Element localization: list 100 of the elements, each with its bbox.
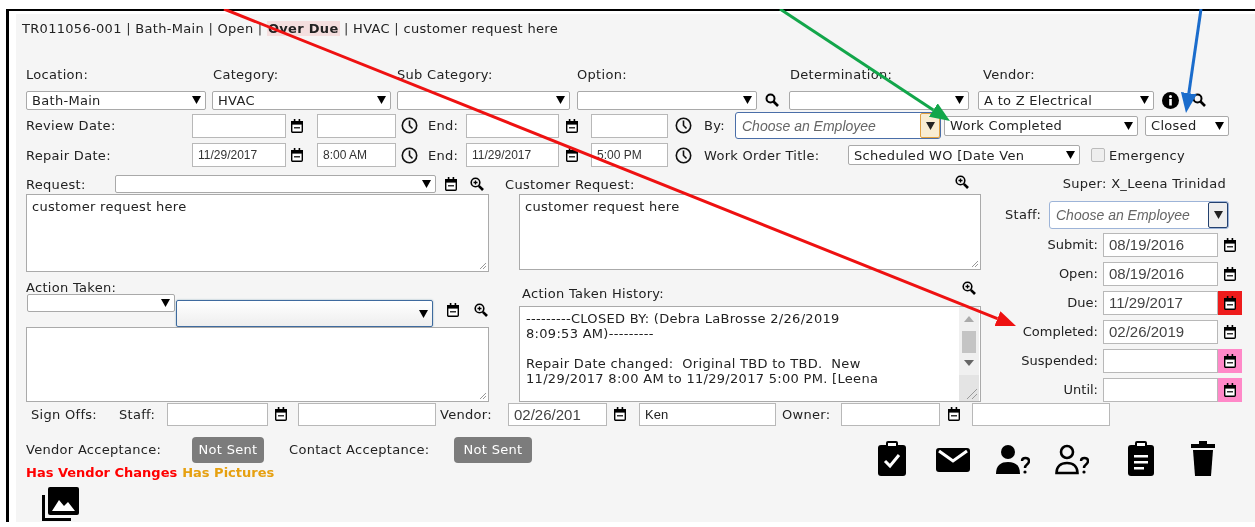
field-label: Action Taken: <box>26 279 118 295</box>
field-label: Action Taken History: <box>522 286 666 301</box>
caret-icon <box>419 309 428 318</box>
info-icon[interactable] <box>1162 91 1179 109</box>
title-dropdown[interactable]: Scheduled WO [Date Ven <box>848 145 1080 165</box>
date-field[interactable] <box>1103 377 1218 402</box>
zoom-in-icon[interactable] <box>474 303 488 317</box>
input-field[interactable] <box>167 402 268 426</box>
dropdown[interactable]: Bath-Main <box>26 90 206 110</box>
flag-label: Has Pictures <box>182 464 275 480</box>
input-field[interactable] <box>192 113 286 138</box>
field-label: Submit: <box>1046 237 1098 252</box>
calendar-icon[interactable] <box>566 148 578 162</box>
input-field[interactable] <box>972 402 1110 426</box>
input-field[interactable] <box>591 113 668 138</box>
customer-request-field[interactable]: customer request here <box>519 194 981 270</box>
field-label: Emergency <box>1109 147 1187 163</box>
caret-icon <box>161 299 170 307</box>
dropdown-button[interactable] <box>1208 201 1228 228</box>
clock-icon[interactable] <box>675 146 692 164</box>
calendar-icon[interactable] <box>291 118 303 133</box>
calendar-icon[interactable] <box>1224 266 1236 281</box>
status-badge: Not Sent <box>454 436 532 463</box>
date-field[interactable]: 02/26/201 <box>508 402 607 426</box>
time-field[interactable]: 8:00 AM <box>317 143 396 167</box>
caret-icon <box>377 96 386 104</box>
request-field[interactable]: customer request here <box>26 194 489 272</box>
date-field[interactable]: 02/26/2019 <box>1103 319 1218 344</box>
input-field[interactable] <box>298 402 436 426</box>
calendar-icon[interactable] <box>1224 237 1236 252</box>
calendar-icon[interactable] <box>566 118 578 133</box>
resize-grip-icon <box>478 261 487 270</box>
input-field[interactable] <box>317 113 396 138</box>
action-dropdown[interactable] <box>176 300 433 327</box>
calendar-button[interactable] <box>1218 377 1242 402</box>
calendar-icon[interactable] <box>1224 295 1236 310</box>
calendar-button[interactable] <box>1218 290 1242 315</box>
calendar-icon[interactable] <box>291 148 303 162</box>
employee-combobox[interactable]: Choose an Employee <box>1049 200 1229 229</box>
pictures-icon[interactable] <box>42 487 79 521</box>
field-label: Vendor: <box>440 406 493 422</box>
trash-icon[interactable] <box>1191 441 1215 476</box>
caret-icon <box>556 96 565 104</box>
field-label: Repair Date: <box>26 147 112 163</box>
calendar-icon[interactable] <box>275 407 287 421</box>
field-label: Vendor Acceptance: <box>26 442 163 457</box>
field-label: Staff: <box>1005 207 1043 222</box>
caret-icon <box>1124 121 1133 130</box>
dropdown[interactable]: HVAC <box>212 90 391 110</box>
dropdown[interactable] <box>397 90 570 110</box>
name-field[interactable]: Ken <box>639 402 776 426</box>
field-label: End: <box>428 118 460 133</box>
field-label: Staff: <box>119 406 157 422</box>
calendar-icon[interactable] <box>614 407 626 421</box>
date-field[interactable]: 08/19/2016 <box>1103 232 1218 257</box>
date-field[interactable]: 11/29/2017 <box>192 143 286 167</box>
calendar-icon[interactable] <box>1224 324 1236 339</box>
date-field[interactable]: 08/19/2016 <box>1103 261 1218 286</box>
field-label: Customer Request: <box>505 177 636 192</box>
checklist-icon[interactable] <box>877 441 907 476</box>
caret-icon <box>925 121 935 130</box>
history-field[interactable]: ---------CLOSED BY: (Debra LaBrosse 2/26/2019 8:09:53 AM)--------- Repair Date changed: Original TBD to TBD. New 11/29/2017 8:00 AM to 11/29/2017 5:00 PM. [Leena <box>519 306 981 402</box>
caret-icon <box>955 96 964 104</box>
calendar-icon[interactable] <box>447 303 459 317</box>
time-field[interactable]: 5:00 PM <box>591 143 668 167</box>
clipboard-icon[interactable] <box>1128 441 1154 476</box>
scrollbar[interactable] <box>959 307 979 401</box>
field-label: Contact Acceptance: <box>289 442 431 457</box>
input-field[interactable] <box>466 113 559 138</box>
date-field[interactable] <box>1103 348 1218 373</box>
state-dropdown[interactable]: Closed <box>1145 115 1229 136</box>
zoom-in-icon[interactable] <box>955 175 969 189</box>
field-label: Category: <box>213 67 280 82</box>
clock-icon[interactable] <box>401 117 418 134</box>
search-icon[interactable] <box>1192 93 1206 107</box>
calendar-icon[interactable] <box>1224 382 1236 397</box>
zoom-in-icon[interactable] <box>470 177 484 191</box>
field-label: Owner: <box>782 406 832 422</box>
date-field[interactable]: 11/29/2017 <box>1103 290 1218 315</box>
field-label: Work Order Title: <box>704 147 821 163</box>
field-label: Sign Offs: <box>31 406 99 422</box>
search-icon[interactable] <box>765 93 779 107</box>
clock-icon[interactable] <box>401 146 418 164</box>
clock-icon[interactable] <box>675 117 692 134</box>
field-label: Option: <box>577 67 628 82</box>
input-field[interactable] <box>841 402 940 426</box>
calendar-button[interactable] <box>1218 348 1242 373</box>
calendar-icon[interactable] <box>1224 353 1236 368</box>
field-label: Suspended: <box>1020 353 1098 368</box>
dropdown-button[interactable] <box>920 113 940 138</box>
dropdown[interactable]: A to Z Electrical <box>978 90 1154 110</box>
field-label: Open: <box>1057 266 1098 281</box>
action-field[interactable] <box>26 327 489 402</box>
employee-combobox[interactable]: Choose an Employee <box>735 112 941 139</box>
zoom-in-icon[interactable] <box>962 281 976 295</box>
calendar-icon[interactable] <box>445 177 457 191</box>
status-dropdown[interactable]: Work Completed <box>944 115 1138 136</box>
emergency-checkbox[interactable] <box>1091 148 1105 162</box>
calendar-icon[interactable] <box>948 407 960 421</box>
date-field[interactable]: 11/29/2017 <box>466 143 559 167</box>
